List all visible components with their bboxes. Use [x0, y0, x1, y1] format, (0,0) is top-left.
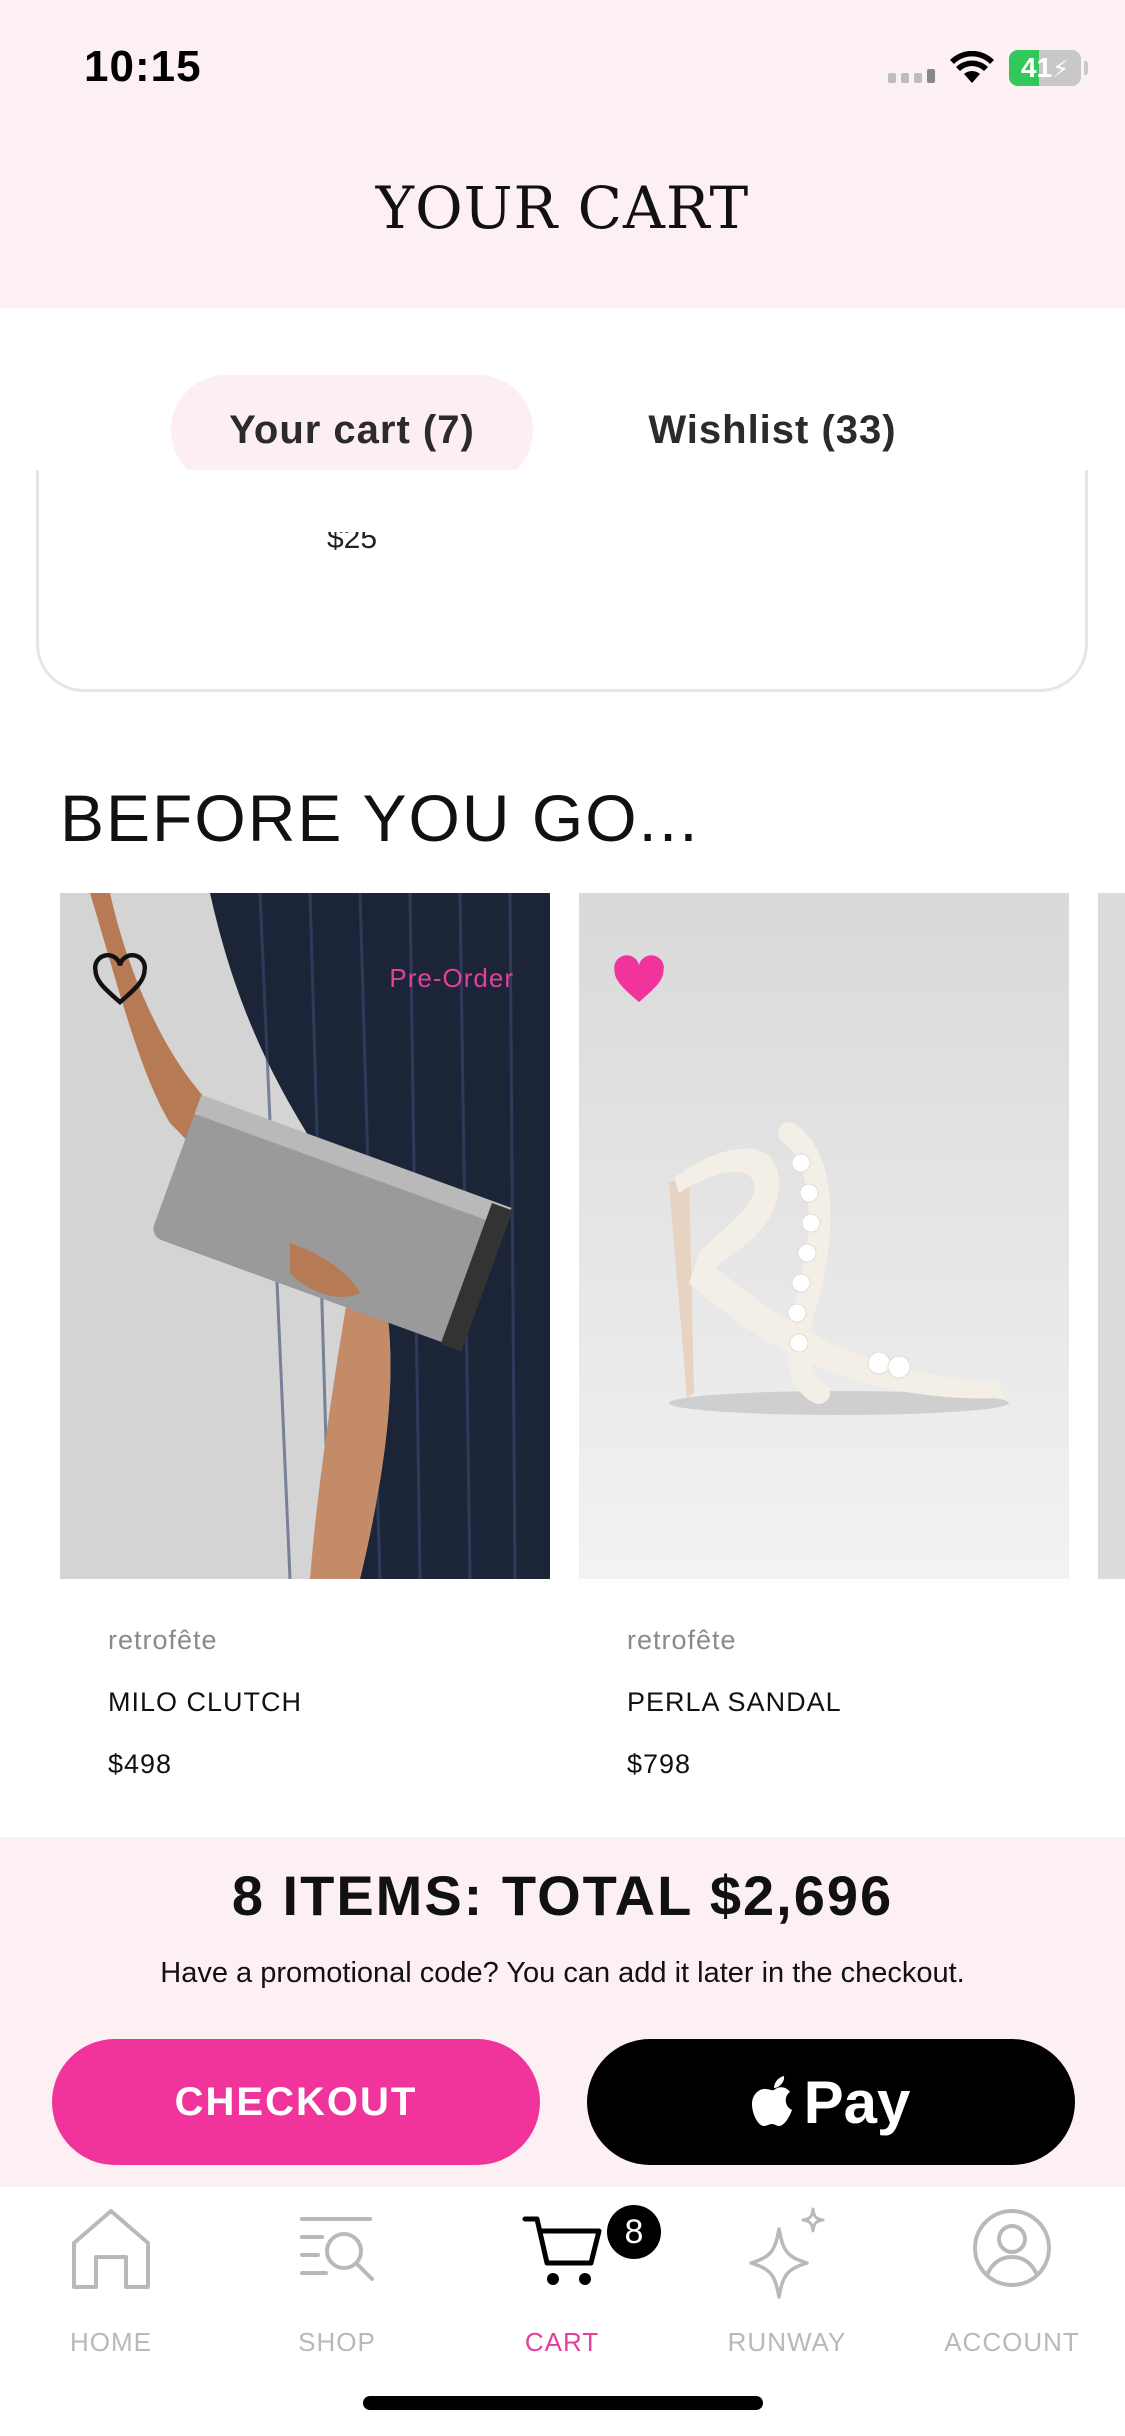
- section-title: BEFORE YOU GO...: [60, 781, 700, 855]
- product-card[interactable]: retrofête PERLA SANDAL $798: [579, 893, 1069, 1779]
- battery-percent: 41: [1020, 52, 1053, 83]
- tab-shop-label: SHOP: [298, 2327, 376, 2357]
- cart-total: 8 ITEMS: TOTAL $2,696: [231, 1864, 894, 1927]
- tab-runway-label: RUNWAY: [727, 2327, 847, 2357]
- product-price: $498: [108, 1749, 173, 1779]
- sparkle-icon: [749, 2207, 825, 2299]
- shop-search-icon: [300, 2217, 374, 2281]
- tab-home[interactable]: HOME: [26, 2205, 196, 2357]
- product-brand: retrofête: [108, 1625, 218, 1655]
- account-icon: [973, 2209, 1051, 2287]
- product-card[interactable]: Pre-Order retrofête MILO CLUTCH $498: [60, 893, 550, 1779]
- tab-runway[interactable]: RUNWAY: [702, 2205, 872, 2357]
- product-card-peek[interactable]: [1098, 893, 1125, 1579]
- home-indicator: [363, 2396, 763, 2410]
- product-name[interactable]: MILO CLUTCH: [108, 1687, 302, 1718]
- tab-account[interactable]: ACCOUNT: [927, 2205, 1097, 2357]
- apple-pay-button[interactable]: Pay: [587, 2039, 1075, 2165]
- signal-icon: [888, 53, 935, 83]
- apple-pay-label: Pay: [803, 2068, 911, 2136]
- cart-item-card: $25: [36, 470, 1088, 692]
- tab-home-label: HOME: [70, 2327, 152, 2357]
- checkout-button[interactable]: CHECKOUT: [52, 2039, 540, 2165]
- product-price: $798: [627, 1749, 692, 1779]
- cart-item-price: $25: [327, 532, 378, 555]
- bottom-tab-bar: HOME SHOP 8 CART RUNWAY ACCOUNT: [0, 2187, 1125, 2436]
- page-title: YOUR CART: [375, 174, 750, 242]
- cart-icon: [522, 2216, 602, 2285]
- promo-note: Have a promotional code? You can add it …: [160, 1957, 965, 1989]
- status-time: 10:15: [84, 42, 202, 91]
- home-icon: [72, 2209, 150, 2289]
- product-image[interactable]: [579, 893, 1069, 1579]
- apple-logo-icon: [751, 2076, 792, 2126]
- tab-shop[interactable]: SHOP: [252, 2205, 422, 2357]
- tab-account-label: ACCOUNT: [944, 2327, 1080, 2357]
- cart-summary: 8 ITEMS: TOTAL $2,696 Have a promotional…: [0, 1837, 1125, 2187]
- product-carousel[interactable]: Pre-Order retrofête MILO CLUTCH $498 ret…: [0, 893, 1125, 1793]
- preorder-badge: Pre-Order: [389, 963, 514, 993]
- product-name[interactable]: PERLA SANDAL: [627, 1687, 842, 1718]
- battery-charging-icon: 41⚡: [1009, 50, 1088, 86]
- tab-cart-label: CART: [524, 2327, 600, 2357]
- heart-filled-icon[interactable]: [609, 953, 669, 1007]
- product-image[interactable]: Pre-Order: [60, 893, 550, 1579]
- cart-count-badge: 8: [607, 2205, 661, 2259]
- tab-your-cart[interactable]: Your cart (7): [171, 375, 533, 485]
- heart-outline-icon[interactable]: [90, 953, 150, 1007]
- tab-cart[interactable]: 8 CART: [477, 2205, 661, 2357]
- cart-tabs: Your cart (7) Wishlist (33): [0, 375, 1125, 485]
- status-icons: 41⚡: [888, 48, 1088, 88]
- wifi-icon: [950, 51, 994, 83]
- tab-wishlist[interactable]: Wishlist (33): [600, 375, 945, 485]
- product-brand: retrofête: [627, 1625, 737, 1655]
- header: 10:15 41⚡ YOUR CART: [0, 0, 1125, 308]
